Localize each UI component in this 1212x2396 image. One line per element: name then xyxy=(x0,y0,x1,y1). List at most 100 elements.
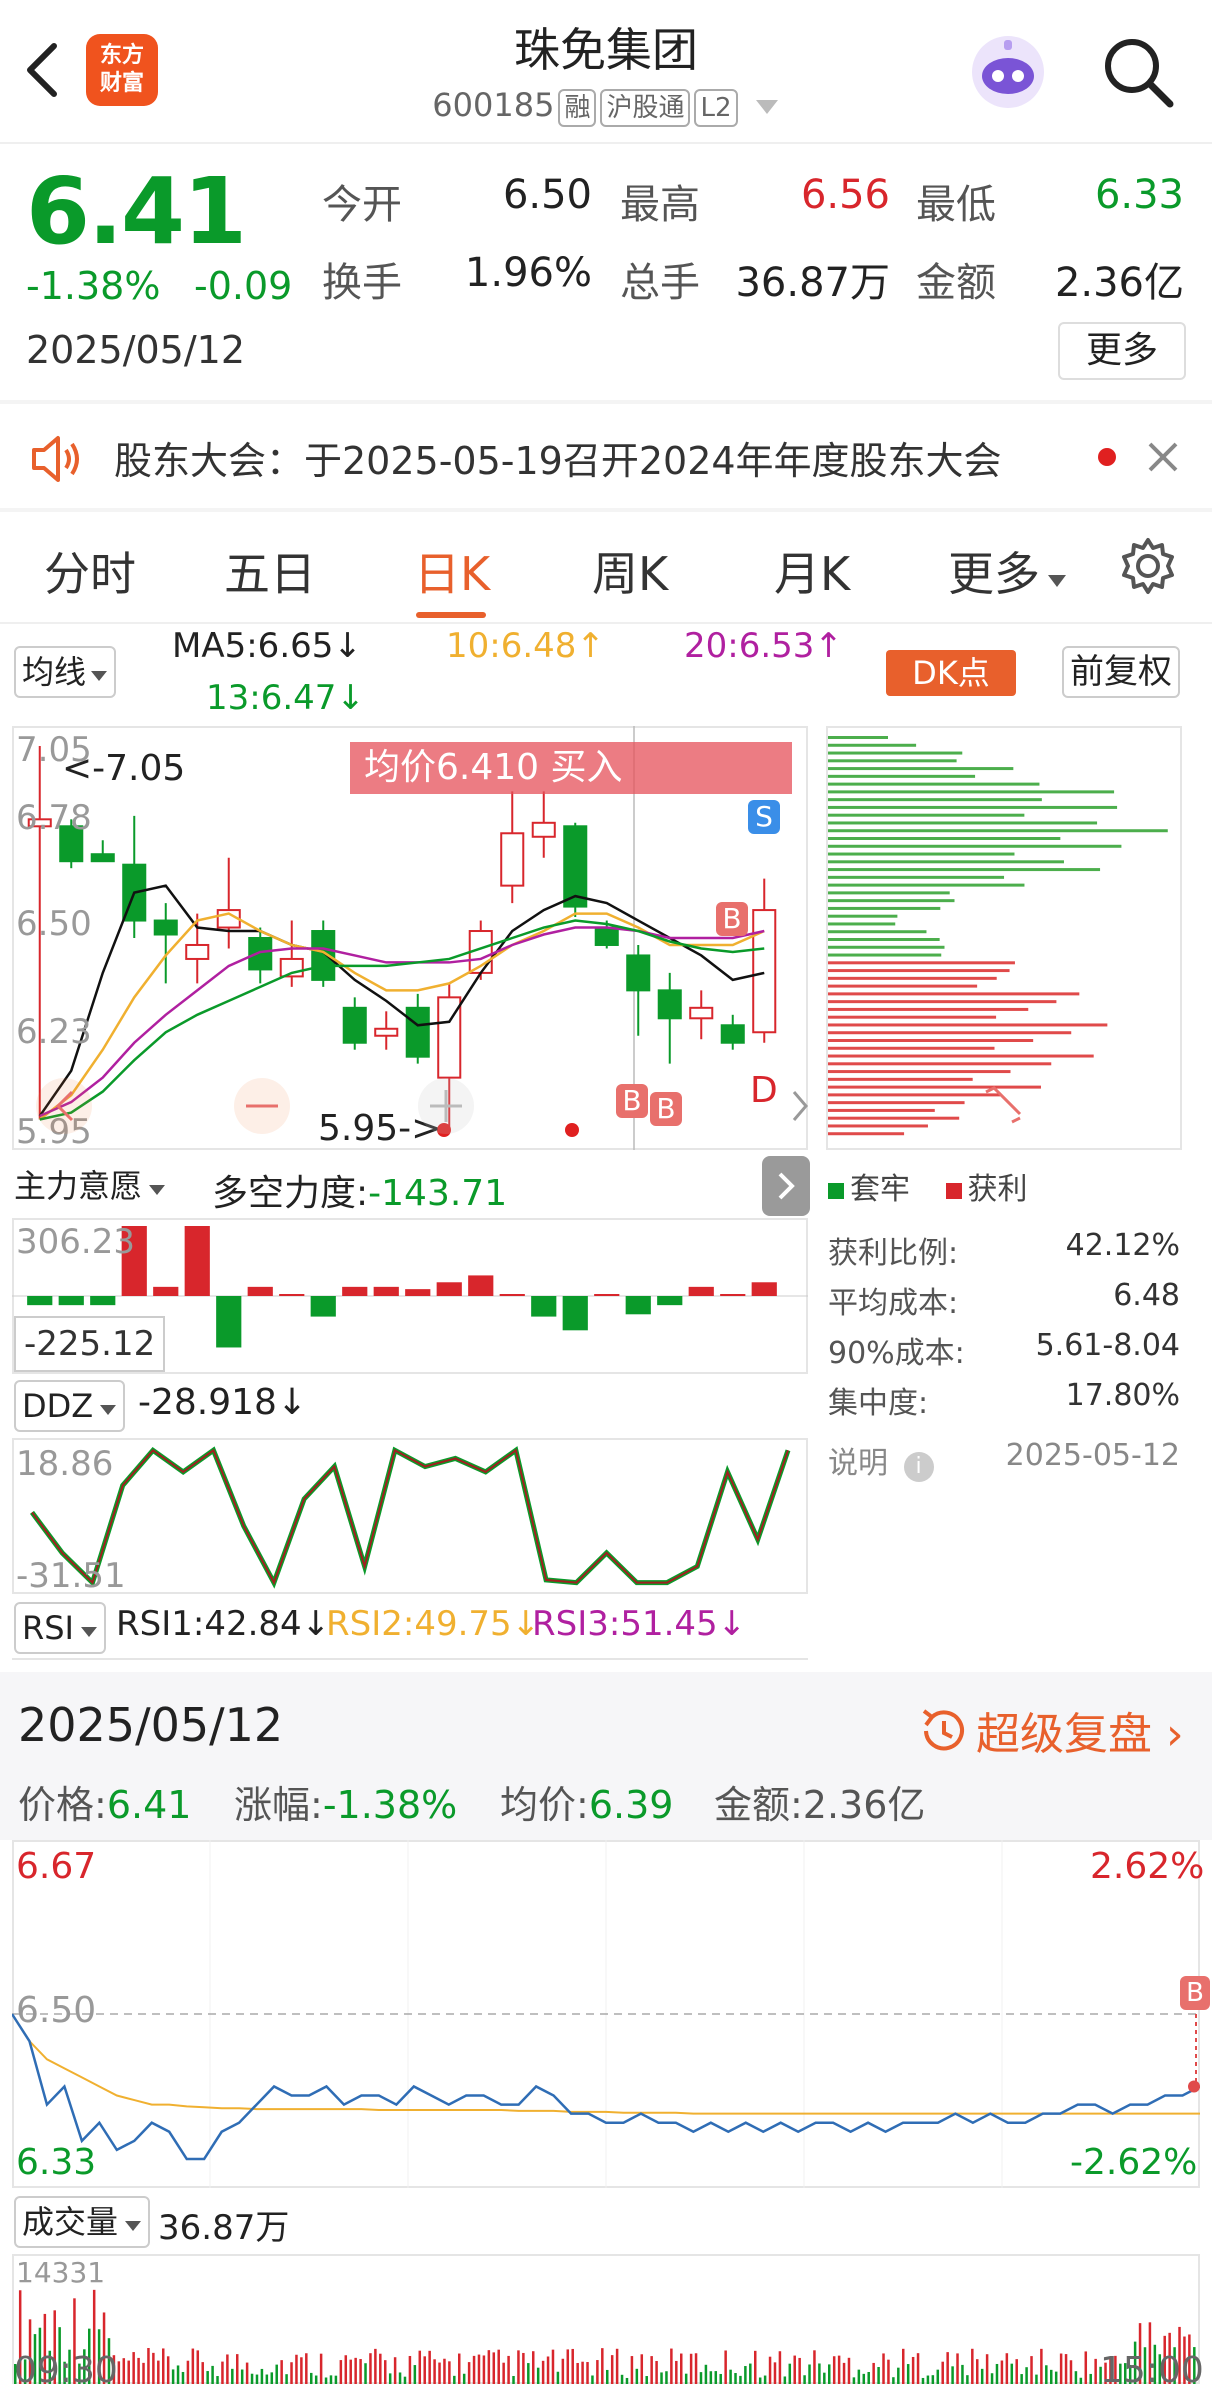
chip-bar xyxy=(828,1054,1094,1058)
chip-bar xyxy=(828,976,997,980)
chip-stat-90-cost: 90%成本: 5.61-8.04 xyxy=(828,1328,1180,1372)
volume-bar xyxy=(768,2356,772,2384)
volume-bar xyxy=(862,2373,866,2384)
volume-bar xyxy=(758,2377,762,2384)
volume-bar xyxy=(157,2360,160,2384)
indicator-selector-ddz[interactable]: DDZ xyxy=(14,1380,126,1432)
zlyy-bar xyxy=(562,1296,588,1331)
notice-bar[interactable]: 股东大会：于2025-05-19召开2024年年度股东大会 xyxy=(0,404,1212,508)
ma5-value: MA5:6.65↓ xyxy=(172,626,362,666)
chip-bar xyxy=(828,953,942,957)
zlyy-max-label: 306.23 xyxy=(16,1222,135,1262)
settings-gear-icon[interactable] xyxy=(1118,536,1178,596)
robot-assistant-icon[interactable] xyxy=(966,30,1050,114)
volume-bar xyxy=(976,2359,979,2384)
volume-bar xyxy=(783,2376,787,2384)
scroll-right-icon[interactable] xyxy=(784,1076,814,1136)
volume-selector[interactable]: 成交量 xyxy=(14,2196,151,2248)
scroll-left-icon[interactable] xyxy=(36,1078,92,1134)
chip-stat-profit-ratio: 获利比例: 42.12% xyxy=(828,1228,1180,1272)
stock-code: 600185 xyxy=(432,86,555,124)
volume-bar xyxy=(201,2362,204,2384)
volume-bar xyxy=(541,2360,545,2384)
chip-bar xyxy=(828,899,955,903)
intraday-pct-bottom: -2.62% xyxy=(1070,2142,1198,2183)
stat-value: 5.61-8.04 xyxy=(1035,1328,1180,1363)
super-review-link[interactable]: 超级复盘 › xyxy=(916,1698,1184,1762)
intraday-y-top: 6.67 xyxy=(16,1846,97,1887)
stat-label: 集中度: xyxy=(828,1386,929,1421)
chip-bar xyxy=(828,922,896,926)
tab-intraday[interactable]: 分时 xyxy=(44,538,136,604)
chip-bar xyxy=(828,1062,1052,1066)
info-icon[interactable]: i xyxy=(903,1452,934,1482)
tab-weekly-k[interactable]: 周K xyxy=(592,538,668,604)
zlyy-bar xyxy=(751,1282,777,1296)
chip-bar xyxy=(828,1132,905,1136)
volume-bar xyxy=(152,2352,155,2384)
candle-body xyxy=(185,943,210,960)
high-label: 最高 xyxy=(620,182,700,228)
dropdown-triangle-icon[interactable] xyxy=(754,96,780,116)
chip-bar xyxy=(828,751,963,755)
volume-selector-label: 成交量 xyxy=(22,2203,119,2241)
tab-monthly-k[interactable]: 月K xyxy=(774,538,850,604)
volume-bar xyxy=(379,2353,382,2384)
avg-buy-banner[interactable]: 均价6.410 买入 xyxy=(350,742,792,794)
volume-bar xyxy=(1054,2371,1058,2384)
volume-bar xyxy=(236,2354,239,2384)
volume-bar xyxy=(260,2368,264,2384)
chip-bar xyxy=(828,837,1061,840)
volume-bar xyxy=(137,2357,140,2384)
volume-bar xyxy=(704,2364,708,2384)
chip-bar xyxy=(828,1039,1034,1042)
tab-more[interactable]: 更多 xyxy=(948,538,1068,604)
volume-bar xyxy=(882,2353,885,2384)
expand-side-button[interactable] xyxy=(762,1156,810,1216)
volume-bar xyxy=(571,2348,574,2384)
volume-bar xyxy=(803,2375,806,2384)
stat-label: 90%成本: xyxy=(828,1336,965,1371)
intraday-buy-badge[interactable]: B xyxy=(1180,1976,1210,2010)
ddz-line-main xyxy=(29,1446,791,1589)
intraday-chart[interactable] xyxy=(12,1840,1200,2188)
indicator-selector-zlyy[interactable]: 主力意愿 xyxy=(14,1162,173,1214)
chip-bar xyxy=(828,774,976,778)
d-marker: D xyxy=(750,1070,778,1111)
volume-bar xyxy=(680,2353,683,2384)
buy-signal-badge[interactable]: B xyxy=(716,902,748,936)
more-quote-button[interactable]: 更多 xyxy=(1058,322,1186,380)
chip-note-row[interactable]: 说明 i 2025-05-12 xyxy=(828,1438,1180,1482)
chip-bar xyxy=(828,930,927,934)
ddz-chart[interactable] xyxy=(12,1438,808,1594)
volume-bar xyxy=(492,2352,496,2384)
close-icon[interactable] xyxy=(1146,440,1180,474)
volume-bar xyxy=(408,2355,412,2384)
tab-five-day[interactable]: 五日 xyxy=(224,538,316,604)
chip-bar xyxy=(828,906,941,910)
volume-bar xyxy=(231,2368,234,2384)
tab-daily-k[interactable]: 日K xyxy=(414,538,490,604)
adjust-selector[interactable]: 前复权 xyxy=(1062,646,1180,698)
volume-bar xyxy=(314,2375,318,2384)
volume-total: 36.87万 xyxy=(158,2208,290,2248)
indicator-selector-rsi[interactable]: RSI xyxy=(14,1602,106,1654)
candle-body xyxy=(689,1006,714,1020)
dk-point-button[interactable]: DK点 xyxy=(886,650,1016,696)
summary-avg: 均价:6.39 xyxy=(500,1783,674,1827)
volume-bar xyxy=(1000,2360,1004,2384)
volume-chart[interactable] xyxy=(12,2254,1200,2384)
zlyy-bar xyxy=(436,1282,462,1296)
sell-signal-badge[interactable]: S xyxy=(748,800,780,834)
chip-bar xyxy=(828,1116,960,1120)
ma-selector[interactable]: 均线 xyxy=(14,646,117,698)
volume-bar xyxy=(576,2362,579,2384)
volume-bar xyxy=(295,2354,298,2384)
chip-bar xyxy=(828,1000,1057,1004)
volume-bar xyxy=(971,2348,974,2384)
chip-expand-icon[interactable] xyxy=(980,1082,1026,1128)
volume-bar xyxy=(546,2356,550,2384)
volume-bar xyxy=(453,2375,456,2384)
search-icon[interactable] xyxy=(1100,34,1176,110)
volume-bar xyxy=(660,2372,663,2384)
